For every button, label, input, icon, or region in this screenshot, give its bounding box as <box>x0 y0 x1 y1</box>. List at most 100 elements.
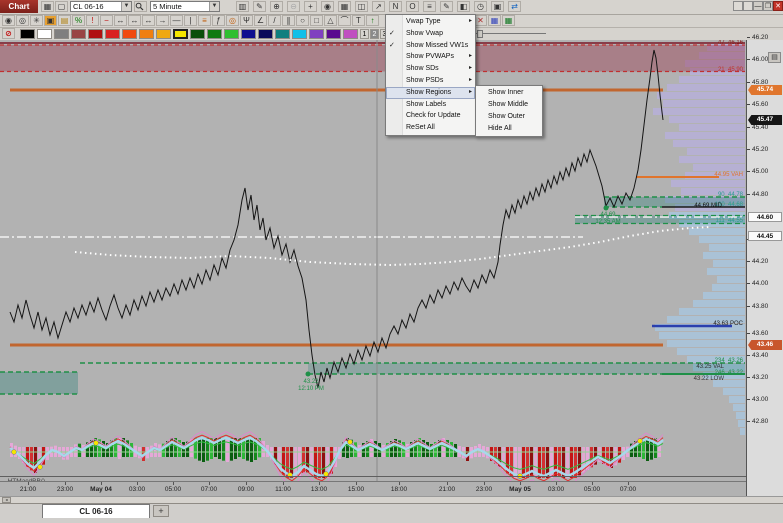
time-axis[interactable]: 21:00 23:00 May 04 03:00 05:00 07:00 09:00 11:0… <box>0 481 746 496</box>
instrument-selector[interactable]: CL 06-16 ▼ <box>70 1 132 12</box>
news-icon[interactable]: N <box>389 1 402 12</box>
brush-icon[interactable]: ◧ <box>457 1 470 12</box>
edit-icon[interactable]: ✎ <box>440 1 453 12</box>
channel-icon[interactable]: ∥ <box>282 15 295 26</box>
close-button[interactable]: ✕ <box>773 1 783 11</box>
arrow-right-icon[interactable]: → <box>156 15 169 26</box>
color-swatch-7[interactable] <box>139 29 154 39</box>
instrument-list-icon[interactable]: ▦ <box>41 1 54 12</box>
zoom-out-icon[interactable]: ⊖ <box>287 1 300 12</box>
layout-icon[interactable]: ▢ <box>55 1 68 12</box>
arc-icon[interactable]: ⌒ <box>338 15 351 26</box>
maximize-button[interactable]: ❐ <box>763 1 773 11</box>
region-tool-icon[interactable]: ▤ <box>58 15 71 26</box>
clock-icon[interactable]: ◷ <box>474 1 487 12</box>
alert-tool-icon[interactable]: ! <box>86 15 99 26</box>
line-width-2[interactable]: 2 <box>370 29 379 39</box>
color-swatch-16[interactable] <box>292 29 307 39</box>
submenu-item-show-inner[interactable]: Show Inner <box>476 87 542 99</box>
menu-item-vwap-type[interactable]: Vwap Type ▸ <box>386 16 475 28</box>
add-tab-button[interactable]: + <box>153 505 169 517</box>
indicator-blue-icon[interactable]: ▦ <box>488 15 501 26</box>
percent-tool-icon[interactable]: % <box>72 15 85 26</box>
chart-properties-icon[interactable]: ▤ <box>768 52 781 63</box>
color-swatch-5[interactable] <box>105 29 120 39</box>
color-swatch-2[interactable] <box>54 29 69 39</box>
rect-icon[interactable]: □ <box>310 15 323 26</box>
ellipse-icon[interactable]: ○ <box>296 15 309 26</box>
menu-item-reset-all[interactable]: ReSet All <box>386 122 475 134</box>
submenu-item-show-middle[interactable]: Show Middle <box>476 99 542 111</box>
target-icon[interactable]: ◎ <box>226 15 239 26</box>
fib-tool-icon[interactable]: ƒ <box>212 15 225 26</box>
pane-splitter[interactable] <box>0 476 746 477</box>
menu-item-show-pvwaps[interactable]: Show PVWAPs ▸ <box>386 51 475 63</box>
no-color-icon[interactable]: ⊘ <box>2 28 15 39</box>
menu-item-show-labels[interactable]: Show Labels <box>386 99 475 111</box>
crosshair-icon[interactable]: + <box>304 1 317 12</box>
price-axis[interactable]: 46.20 46.00 45.80 45.60 45.40 45.20 45.00 44.80… <box>746 34 783 496</box>
color-swatch-10[interactable] <box>190 29 205 39</box>
menu-item-show-sds[interactable]: Show SDs ▸ <box>386 63 475 75</box>
search-icon[interactable] <box>134 1 147 12</box>
data-grid-icon[interactable]: ▦ <box>338 1 351 12</box>
hline-icon[interactable]: — <box>170 15 183 26</box>
submenu-item-hide-all[interactable]: Hide All <box>476 123 542 135</box>
extend-wide-icon[interactable]: ↔ <box>142 15 155 26</box>
color-swatch-9[interactable] <box>173 29 188 39</box>
dash-tool-icon[interactable]: − <box>100 15 113 26</box>
price-chart-pane[interactable]: 46.4547 46.1621 45.9044.95 VAH90 44.7810… <box>0 40 746 481</box>
monitor-icon[interactable]: ▣ <box>491 1 504 12</box>
tab-cl-06-16[interactable]: CL 06-16 <box>42 504 150 518</box>
list-icon[interactable]: ≡ <box>423 1 436 12</box>
pitchfork-icon[interactable]: Ψ <box>240 15 253 26</box>
menu-item-show-regions[interactable]: Show Regions ▸ <box>386 86 475 99</box>
pencil-icon[interactable]: ✎ <box>253 1 266 12</box>
chart-window-tab[interactable]: Chart <box>0 0 38 13</box>
win-blank-b[interactable] <box>743 1 753 11</box>
menu-item-check-for-update[interactable]: Check for Update <box>386 110 475 122</box>
extend-both-icon[interactable]: ↔ <box>128 15 141 26</box>
ray-icon[interactable]: / <box>268 15 281 26</box>
color-swatch-14[interactable] <box>258 29 273 39</box>
color-swatch-13[interactable] <box>241 29 256 39</box>
hide-drawings-icon[interactable]: ◎ <box>16 15 29 26</box>
menu-item-show-psds[interactable]: Show PSDs ▸ <box>386 75 475 87</box>
menu-item-show-missed-vw1s[interactable]: ✓ Show Missed VW1s <box>386 40 475 52</box>
color-swatch-8[interactable] <box>156 29 171 39</box>
snapshot-icon[interactable]: ◉ <box>321 1 334 12</box>
color-swatch-17[interactable] <box>309 29 324 39</box>
share-icon[interactable]: ⇄ <box>508 1 521 12</box>
color-swatch-11[interactable] <box>207 29 222 39</box>
color-swatch-12[interactable] <box>224 29 239 39</box>
chart-style-icon[interactable]: ▥ <box>236 1 249 12</box>
triangle-icon[interactable]: △ <box>324 15 337 26</box>
split-panel-icon[interactable]: ◫ <box>355 1 368 12</box>
chevron-down-icon[interactable]: ▼ <box>121 2 131 11</box>
color-swatch-6[interactable] <box>122 29 137 39</box>
selected-tool-icon[interactable]: ▣ <box>44 15 57 26</box>
zoom-in-icon[interactable]: ⊕ <box>270 1 283 12</box>
menu-item-show-vwap[interactable]: ✓ Show Vwap <box>386 28 475 40</box>
minimize-button[interactable]: — <box>753 1 763 11</box>
cursor-icon[interactable]: ↗ <box>372 1 385 12</box>
fib-lines-icon[interactable]: ≡ <box>198 15 211 26</box>
chevron-down-icon[interactable]: ▼ <box>209 2 219 11</box>
vline-icon[interactable]: | <box>184 15 197 26</box>
color-swatch-0[interactable] <box>20 29 35 39</box>
color-swatch-1[interactable] <box>37 29 52 39</box>
color-swatch-19[interactable] <box>343 29 358 39</box>
markers-icon[interactable]: ✳ <box>30 15 43 26</box>
submenu-item-show-outer[interactable]: Show Outer <box>476 111 542 123</box>
win-blank-a[interactable] <box>733 1 743 11</box>
indicator-green-icon[interactable]: ▦ <box>502 15 515 26</box>
interval-selector[interactable]: 5 Minute ▼ <box>150 1 220 12</box>
extend-left-icon[interactable]: ↔ <box>114 15 127 26</box>
color-swatch-18[interactable] <box>326 29 341 39</box>
slider-handle[interactable] <box>477 30 483 38</box>
color-swatch-15[interactable] <box>275 29 290 39</box>
bar-spacing-slider[interactable] <box>474 30 546 38</box>
color-swatch-4[interactable] <box>88 29 103 39</box>
visibility-icon[interactable]: ◉ <box>2 15 15 26</box>
angle-icon[interactable]: ∠ <box>254 15 267 26</box>
